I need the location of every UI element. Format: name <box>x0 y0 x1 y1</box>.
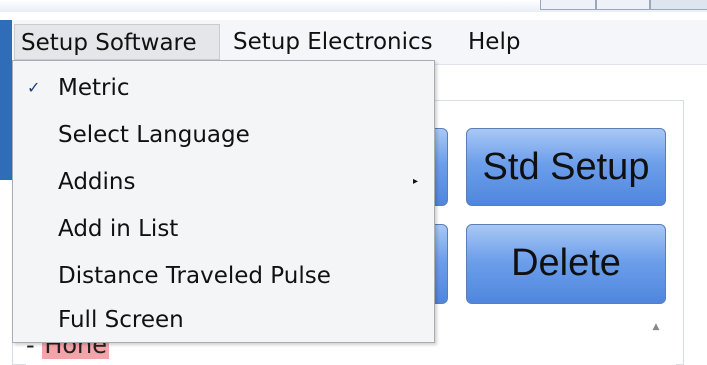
menu-item-label: Addins <box>58 169 136 195</box>
menu-item-label: Select Language <box>58 122 250 148</box>
menu-item-addins[interactable]: Addins ▸ <box>13 159 434 205</box>
menu-item-label: Metric <box>58 75 130 101</box>
checkmark-icon: ✓ <box>27 78 41 97</box>
maximize-button[interactable] <box>596 0 650 10</box>
menu-help[interactable]: Help <box>462 24 526 60</box>
app-window: Setup Software Setup Electronics Help St… <box>0 0 707 365</box>
menu-item-full-screen[interactable]: Full Screen <box>13 297 434 343</box>
window-left-edge <box>0 20 12 180</box>
close-button[interactable] <box>650 0 707 10</box>
menu-item-distance-traveled-pulse[interactable]: Distance Traveled Pulse <box>13 253 434 299</box>
menu-item-metric[interactable]: ✓ Metric <box>13 65 434 111</box>
minimize-button[interactable] <box>540 0 596 10</box>
std-setup-button[interactable]: Std Setup <box>466 128 666 206</box>
setup-software-dropdown: ✓ Metric Select Language Addins ▸ Add in… <box>12 60 435 343</box>
delete-button[interactable]: Delete <box>466 224 666 304</box>
menu-item-add-in-list[interactable]: Add in List <box>13 206 434 252</box>
menu-item-label: Add in List <box>58 216 179 242</box>
submenu-arrow-icon: ▸ <box>413 176 419 187</box>
menu-setup-software[interactable]: Setup Software <box>14 24 220 60</box>
menu-item-label: Distance Traveled Pulse <box>58 263 331 289</box>
title-bar <box>0 0 707 12</box>
menu-item-label: Full Screen <box>58 307 184 333</box>
menu-item-select-language[interactable]: Select Language <box>13 112 434 158</box>
menu-setup-electronics[interactable]: Setup Electronics <box>227 24 439 60</box>
menu-bar: Setup Software Setup Electronics Help <box>12 20 707 65</box>
scroll-up-icon[interactable]: ▲ <box>650 322 662 336</box>
